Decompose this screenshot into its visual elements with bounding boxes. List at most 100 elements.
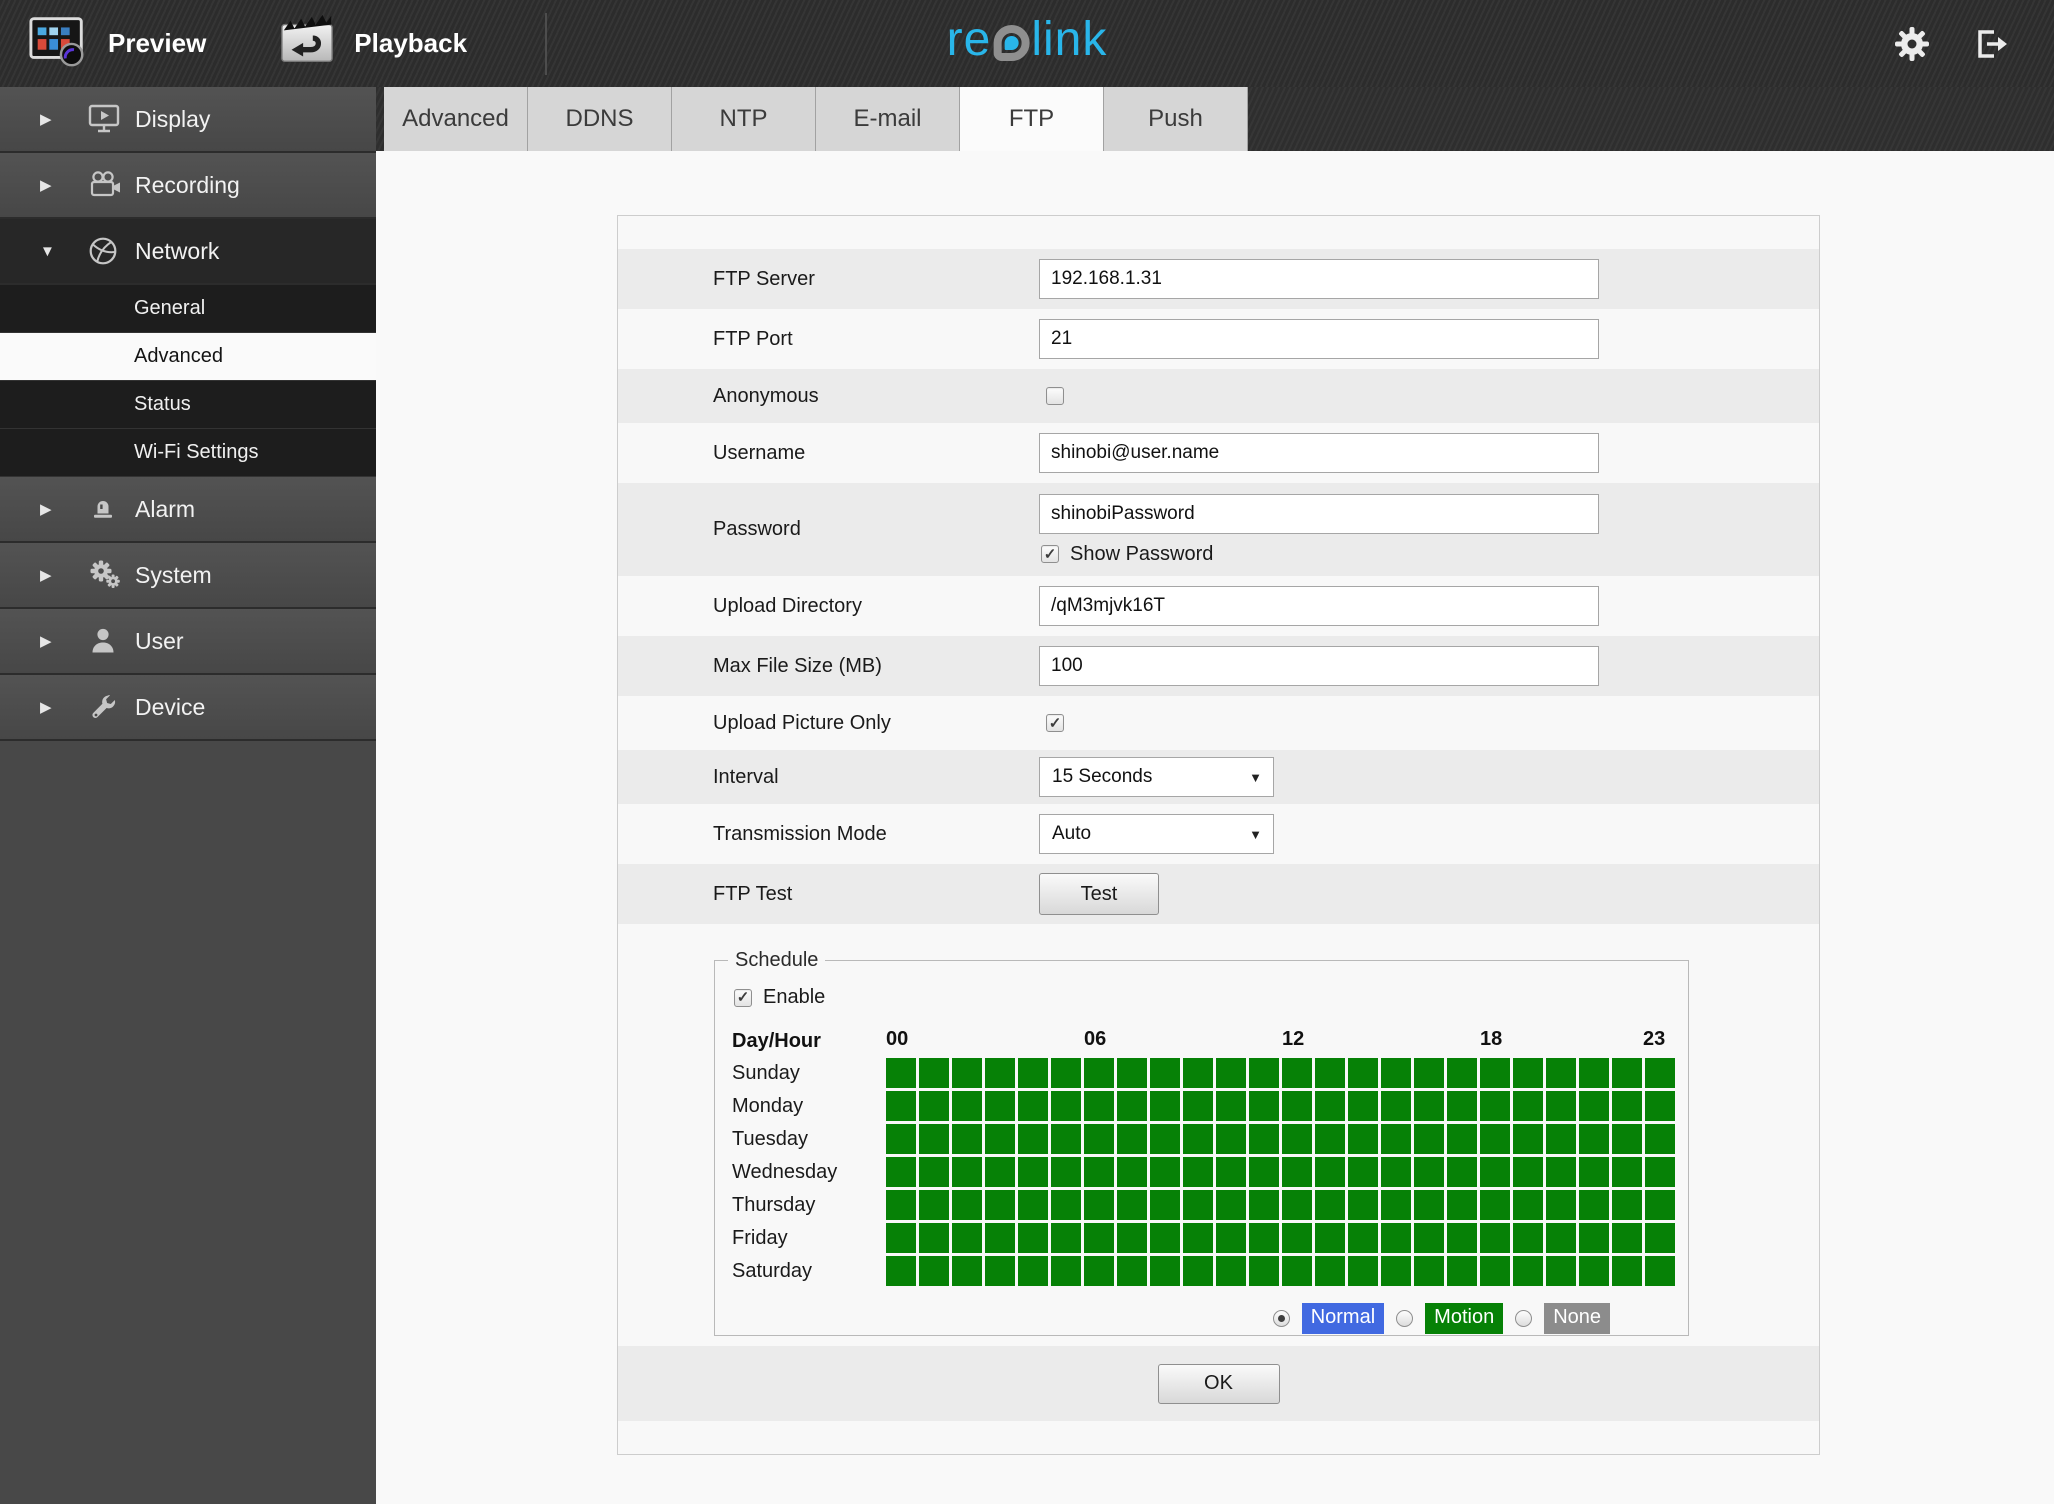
upload-directory-input[interactable]	[1039, 586, 1599, 626]
interval-select[interactable]: 15 Seconds ▼	[1039, 757, 1274, 797]
schedule-cell[interactable]	[1249, 1124, 1279, 1154]
schedule-cell[interactable]	[886, 1058, 916, 1088]
schedule-cell[interactable]	[1645, 1091, 1675, 1121]
show-password-checkbox[interactable]: ✓	[1041, 545, 1059, 563]
schedule-cell[interactable]	[1546, 1190, 1576, 1220]
normal-mode-badge[interactable]: Normal	[1301, 1303, 1385, 1334]
schedule-cell[interactable]	[1018, 1157, 1048, 1187]
schedule-cell[interactable]	[1183, 1157, 1213, 1187]
schedule-cell[interactable]	[1579, 1157, 1609, 1187]
ftp-test-button[interactable]: Test	[1039, 873, 1159, 915]
schedule-cell[interactable]	[1150, 1256, 1180, 1286]
schedule-cell[interactable]	[1051, 1190, 1081, 1220]
schedule-cell[interactable]	[1579, 1058, 1609, 1088]
schedule-cell[interactable]	[1150, 1124, 1180, 1154]
sidebar-subitem-general[interactable]: General	[0, 285, 376, 333]
ftp-port-input[interactable]	[1039, 319, 1599, 359]
schedule-cell[interactable]	[1282, 1190, 1312, 1220]
schedule-cell[interactable]	[886, 1223, 916, 1253]
schedule-cell[interactable]	[1612, 1124, 1642, 1154]
schedule-cell[interactable]	[1282, 1124, 1312, 1154]
schedule-cell[interactable]	[952, 1058, 982, 1088]
schedule-cell[interactable]	[1414, 1190, 1444, 1220]
schedule-cell[interactable]	[952, 1256, 982, 1286]
schedule-cell[interactable]	[1381, 1256, 1411, 1286]
schedule-cell[interactable]	[1084, 1058, 1114, 1088]
tab-email[interactable]: E-mail	[816, 87, 960, 151]
schedule-cell[interactable]	[1447, 1223, 1477, 1253]
schedule-cell[interactable]	[985, 1256, 1015, 1286]
schedule-cell[interactable]	[1117, 1058, 1147, 1088]
schedule-cell[interactable]	[1381, 1124, 1411, 1154]
schedule-cell[interactable]	[886, 1256, 916, 1286]
schedule-cell[interactable]	[1315, 1157, 1345, 1187]
schedule-cell[interactable]	[1183, 1058, 1213, 1088]
schedule-cell[interactable]	[1216, 1223, 1246, 1253]
schedule-cell[interactable]	[1579, 1091, 1609, 1121]
schedule-cell[interactable]	[1546, 1091, 1576, 1121]
schedule-cell[interactable]	[1282, 1058, 1312, 1088]
schedule-enable-checkbox[interactable]: ✓	[734, 988, 752, 1007]
schedule-cell[interactable]	[1051, 1256, 1081, 1286]
schedule-cell[interactable]	[1018, 1223, 1048, 1253]
schedule-cell[interactable]	[952, 1223, 982, 1253]
schedule-cell[interactable]	[1183, 1190, 1213, 1220]
schedule-cell[interactable]	[1183, 1223, 1213, 1253]
schedule-cell[interactable]	[1018, 1256, 1048, 1286]
schedule-cell[interactable]	[1612, 1058, 1642, 1088]
schedule-cell[interactable]	[919, 1124, 949, 1154]
schedule-cell[interactable]	[1645, 1190, 1675, 1220]
schedule-cell[interactable]	[1612, 1190, 1642, 1220]
schedule-cell[interactable]	[1051, 1157, 1081, 1187]
schedule-cell[interactable]	[1216, 1091, 1246, 1121]
schedule-cell[interactable]	[886, 1190, 916, 1220]
schedule-cell[interactable]	[1249, 1190, 1279, 1220]
schedule-cell[interactable]	[1216, 1256, 1246, 1286]
tab-advanced[interactable]: Advanced	[384, 87, 528, 151]
schedule-cell[interactable]	[1216, 1124, 1246, 1154]
schedule-cell[interactable]	[1513, 1124, 1543, 1154]
schedule-cell[interactable]	[952, 1190, 982, 1220]
schedule-cell[interactable]	[1216, 1190, 1246, 1220]
schedule-cell[interactable]	[1315, 1190, 1345, 1220]
schedule-cell[interactable]	[919, 1091, 949, 1121]
max-file-size-input[interactable]	[1039, 646, 1599, 686]
schedule-cell[interactable]	[1447, 1190, 1477, 1220]
schedule-cell[interactable]	[1117, 1091, 1147, 1121]
schedule-cell[interactable]	[1150, 1223, 1180, 1253]
none-radio[interactable]	[1515, 1310, 1533, 1327]
schedule-cell[interactable]	[1414, 1058, 1444, 1088]
schedule-cell[interactable]	[919, 1223, 949, 1253]
schedule-cell[interactable]	[985, 1058, 1015, 1088]
schedule-cell[interactable]	[1315, 1223, 1345, 1253]
schedule-cell[interactable]	[1117, 1256, 1147, 1286]
ok-button[interactable]: OK	[1157, 1363, 1280, 1404]
schedule-cell[interactable]	[1249, 1091, 1279, 1121]
schedule-cell[interactable]	[1546, 1256, 1576, 1286]
tab-ntp[interactable]: NTP	[672, 87, 816, 151]
schedule-cell[interactable]	[1018, 1091, 1048, 1121]
schedule-cell[interactable]	[1513, 1058, 1543, 1088]
schedule-cell[interactable]	[1249, 1223, 1279, 1253]
none-mode-badge[interactable]: None	[1544, 1303, 1610, 1334]
schedule-cell[interactable]	[1381, 1091, 1411, 1121]
schedule-cell[interactable]	[1447, 1091, 1477, 1121]
schedule-cell[interactable]	[1249, 1058, 1279, 1088]
schedule-cell[interactable]	[1480, 1223, 1510, 1253]
schedule-cell[interactable]	[1579, 1223, 1609, 1253]
tab-ftp[interactable]: FTP	[960, 87, 1104, 151]
schedule-cell[interactable]	[1480, 1190, 1510, 1220]
schedule-cell[interactable]	[1084, 1091, 1114, 1121]
sidebar-item-system[interactable]: ▶ System	[0, 543, 376, 609]
schedule-cell[interactable]	[1381, 1157, 1411, 1187]
schedule-cell[interactable]	[1447, 1157, 1477, 1187]
sidebar-item-network[interactable]: ▼ Network	[0, 219, 376, 285]
schedule-cell[interactable]	[1480, 1124, 1510, 1154]
schedule-cell[interactable]	[1348, 1223, 1378, 1253]
motion-radio[interactable]	[1396, 1310, 1414, 1327]
schedule-cell[interactable]	[1018, 1058, 1048, 1088]
sidebar-item-user[interactable]: ▶ User	[0, 609, 376, 675]
schedule-cell[interactable]	[1348, 1157, 1378, 1187]
tab-ddns[interactable]: DDNS	[528, 87, 672, 151]
username-input[interactable]	[1039, 433, 1599, 473]
